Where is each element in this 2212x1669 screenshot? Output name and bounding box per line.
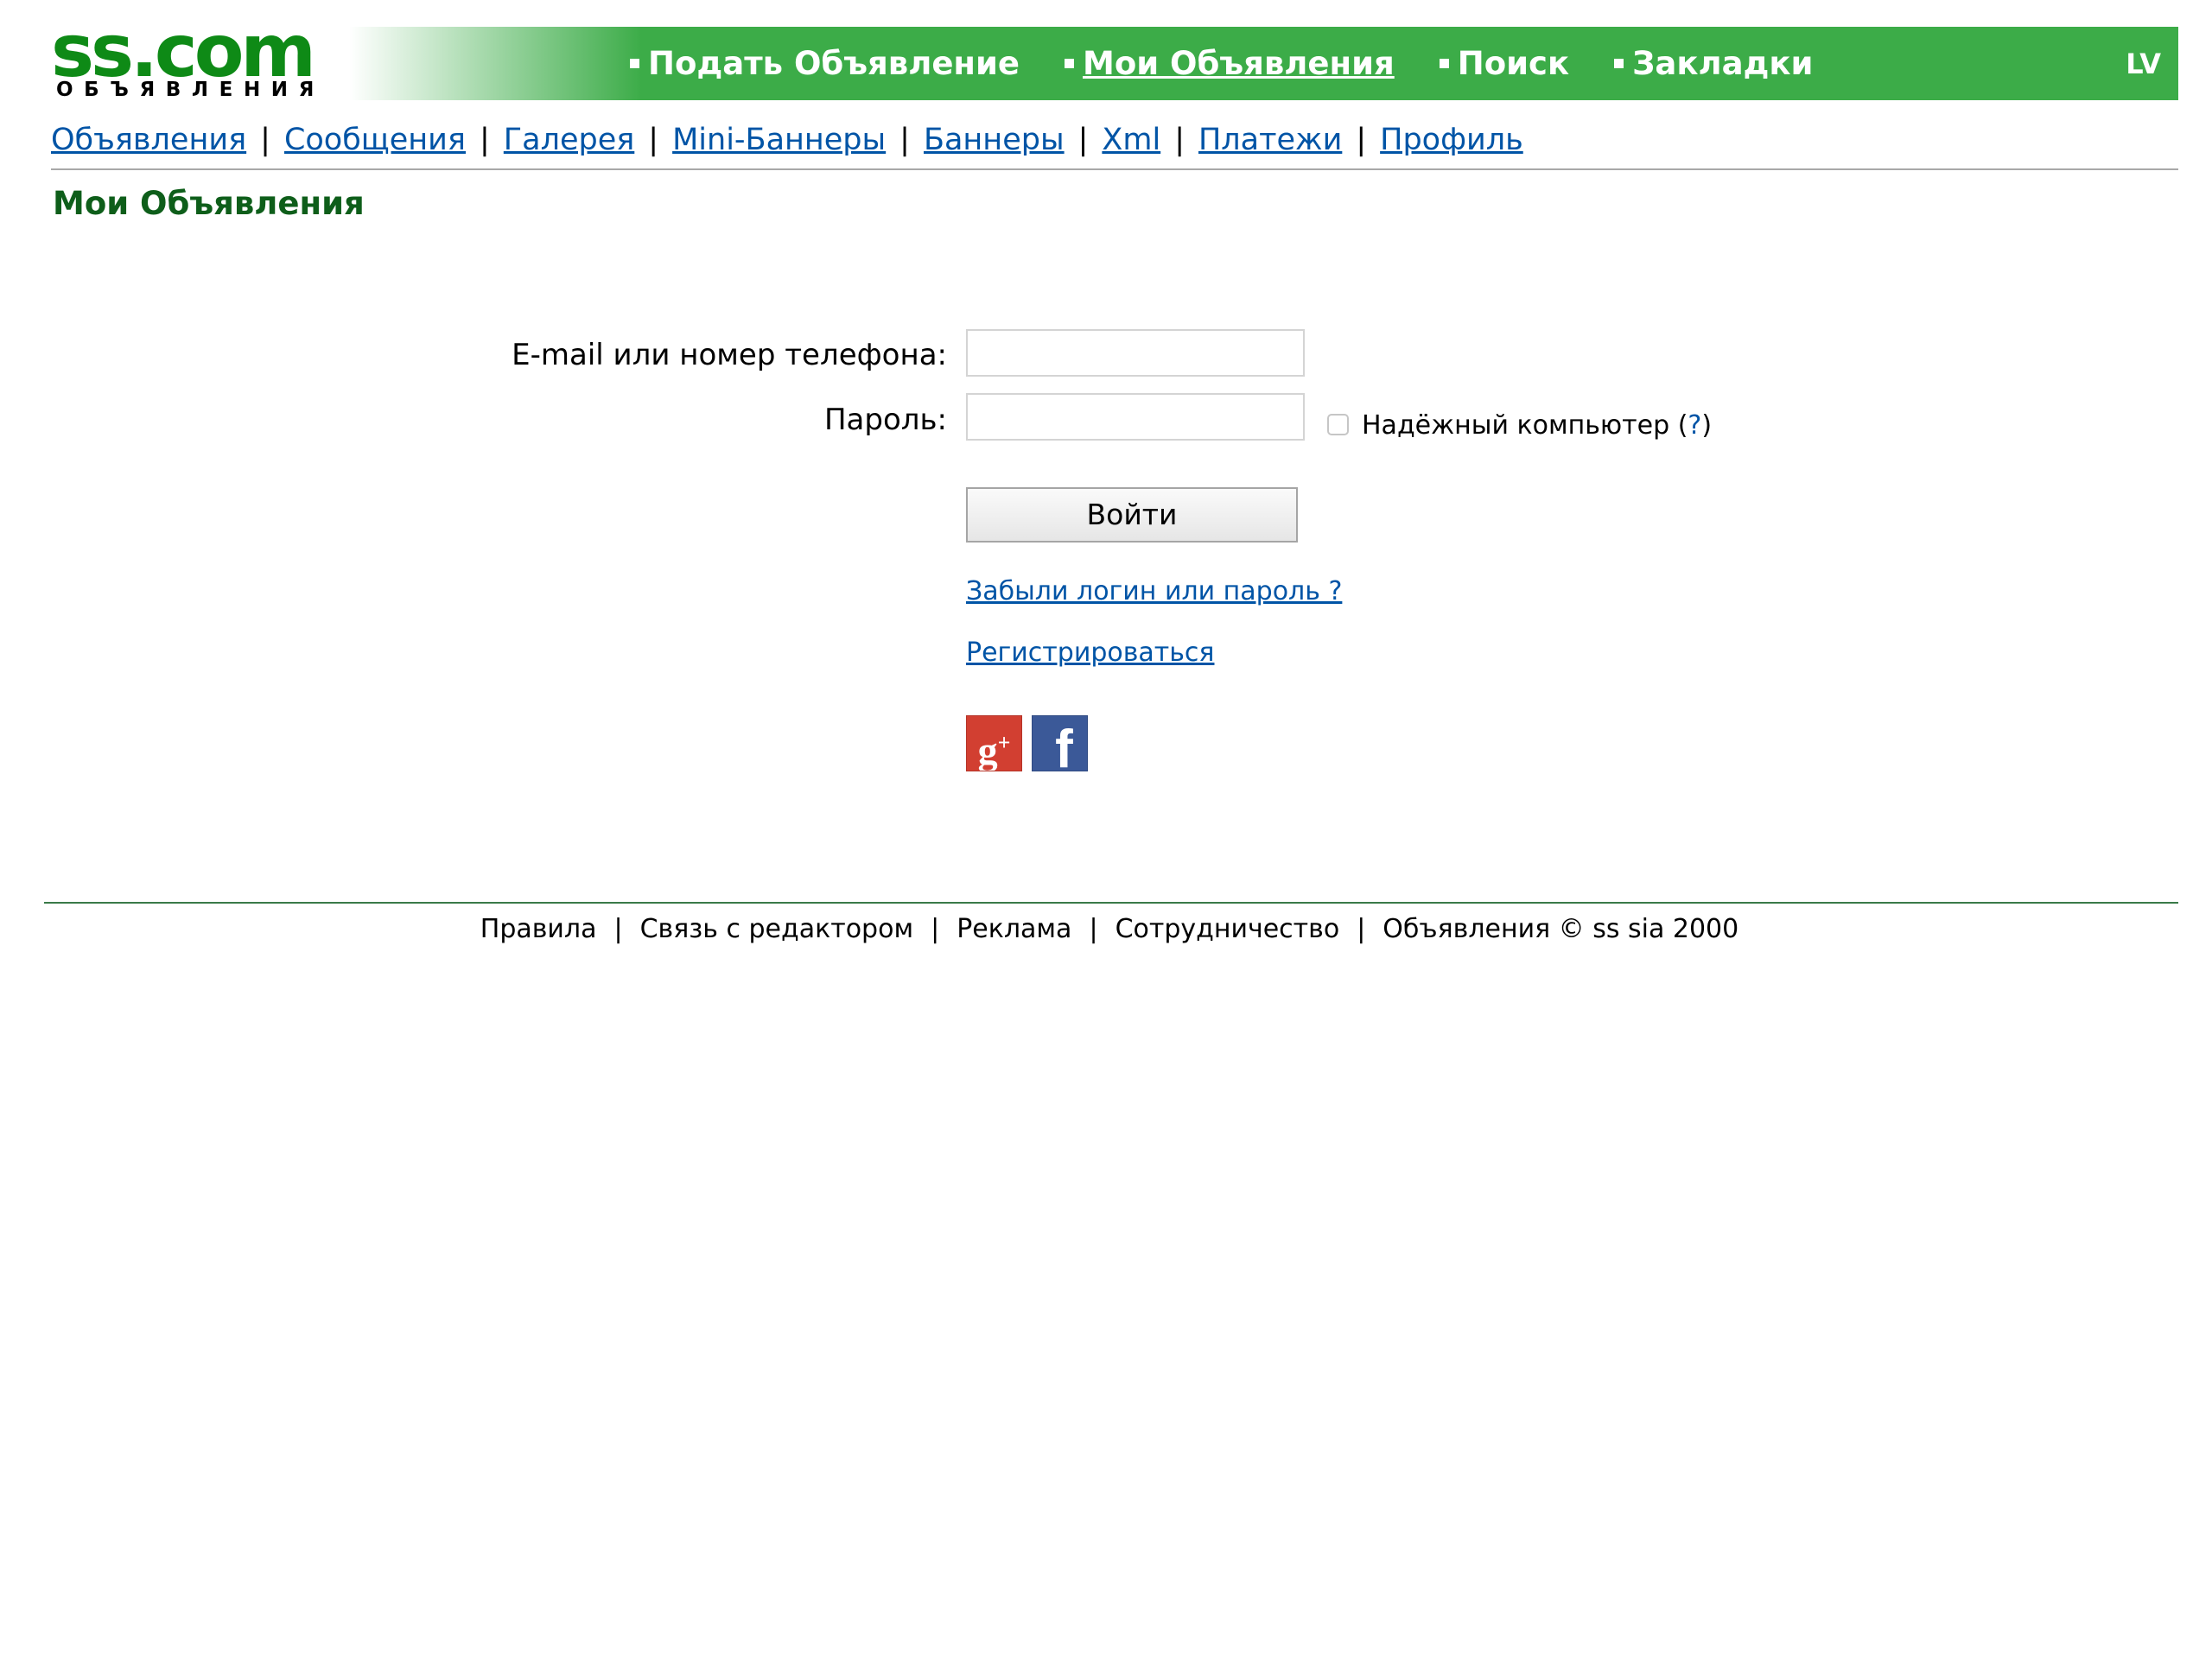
bullet-icon xyxy=(1065,59,1074,68)
nav-post-ad-label: Подать Объявление xyxy=(648,45,1020,82)
nav-search[interactable]: Поиск xyxy=(1439,45,1570,82)
footer-copyright: Объявления © ss sia 2000 xyxy=(1382,914,1739,944)
nav-my-ads-label: Мои Объявления xyxy=(1083,45,1395,82)
nav-my-ads[interactable]: Мои Объявления xyxy=(1065,45,1395,82)
page-title: Мои Объявления xyxy=(53,185,365,222)
footer-rules[interactable]: Правила xyxy=(480,914,597,944)
subnav-messages[interactable]: Сообщения xyxy=(284,123,466,157)
subnav-profile[interactable]: Профиль xyxy=(1380,123,1523,157)
subnav-banners[interactable]: Баннеры xyxy=(924,123,1065,157)
footer-contact-editor[interactable]: Связь с редактором xyxy=(640,914,913,944)
footer-cooperation[interactable]: Сотрудничество xyxy=(1116,914,1340,944)
subnav-separator: | xyxy=(479,123,490,157)
google-plus-icon[interactable]: g+ xyxy=(966,715,1022,771)
trusted-computer-label: Надёжный компьютер xyxy=(1362,410,1670,441)
trusted-computer-checkbox[interactable] xyxy=(1327,414,1349,435)
trusted-help-link[interactable]: ? xyxy=(1688,410,1701,441)
subnav-separator: | xyxy=(899,123,910,157)
footer: Правила | Связь с редактором | Реклама | Сотру… xyxy=(0,914,2212,944)
subnav-ads[interactable]: Объявления xyxy=(51,123,246,157)
logo-subtitle: ОБЪЯВЛЕНИЯ xyxy=(56,79,325,101)
facebook-icon[interactable]: f xyxy=(1032,715,1088,771)
ss-com-logo[interactable]: ss.com ОБЪЯВЛЕНИЯ xyxy=(51,15,345,108)
login-button[interactable]: Войти xyxy=(966,487,1298,543)
footer-divider xyxy=(44,902,2178,904)
main-nav: Подать Объявление Мои Объявления Поиск З… xyxy=(630,27,1858,100)
subnav-divider xyxy=(51,168,2178,170)
bullet-icon xyxy=(1439,59,1449,68)
footer-separator: | xyxy=(1089,914,1098,944)
nav-search-label: Поиск xyxy=(1457,45,1570,82)
footer-advertising[interactable]: Реклама xyxy=(957,914,1071,944)
subnav-xml[interactable]: Xml xyxy=(1102,123,1160,157)
subnav-separator: | xyxy=(260,123,270,157)
register-link[interactable]: Регистрироваться xyxy=(966,638,1214,668)
email-field[interactable] xyxy=(966,329,1305,377)
trusted-close-paren: ) xyxy=(1701,410,1713,441)
subnav-separator: | xyxy=(1356,123,1367,157)
bullet-icon xyxy=(630,59,639,68)
password-field[interactable] xyxy=(966,393,1305,441)
bullet-icon xyxy=(1614,59,1624,68)
footer-separator: | xyxy=(931,914,940,944)
sub-nav: Объявления | Сообщения | Галерея | Mini-Баннер… xyxy=(51,123,1523,157)
nav-bookmarks-label: Закладки xyxy=(1632,45,1814,82)
forgot-password-link[interactable]: Забыли логин или пароль ? xyxy=(966,576,1342,606)
language-switch[interactable]: LV xyxy=(2126,48,2161,80)
nav-bookmarks[interactable]: Закладки xyxy=(1614,45,1813,82)
subnav-separator: | xyxy=(1174,123,1185,157)
facebook-glyph: f xyxy=(1055,720,1073,771)
email-label: E-mail или номер телефона: xyxy=(512,338,947,372)
logo-main-text: ss.com xyxy=(51,9,316,93)
footer-separator: | xyxy=(1357,914,1366,944)
subnav-separator: | xyxy=(1077,123,1089,157)
google-plus-glyph: g xyxy=(977,728,998,771)
subnav-gallery[interactable]: Галерея xyxy=(504,123,635,157)
password-label: Пароль: xyxy=(823,403,947,437)
trusted-open-paren: ( xyxy=(1677,410,1688,441)
subnav-separator: | xyxy=(648,123,659,157)
trusted-computer: Надёжный компьютер (?) xyxy=(1362,410,1712,441)
subnav-mini-banners[interactable]: Mini-Баннеры xyxy=(672,123,886,157)
nav-post-ad[interactable]: Подать Объявление xyxy=(630,45,1020,82)
google-plus-sup: + xyxy=(997,730,1011,755)
site-header: ss.com ОБЪЯВЛЕНИЯ Подать Объявление Мои … xyxy=(51,15,2178,100)
footer-separator: | xyxy=(613,914,623,944)
subnav-payments[interactable]: Платежи xyxy=(1198,123,1342,157)
